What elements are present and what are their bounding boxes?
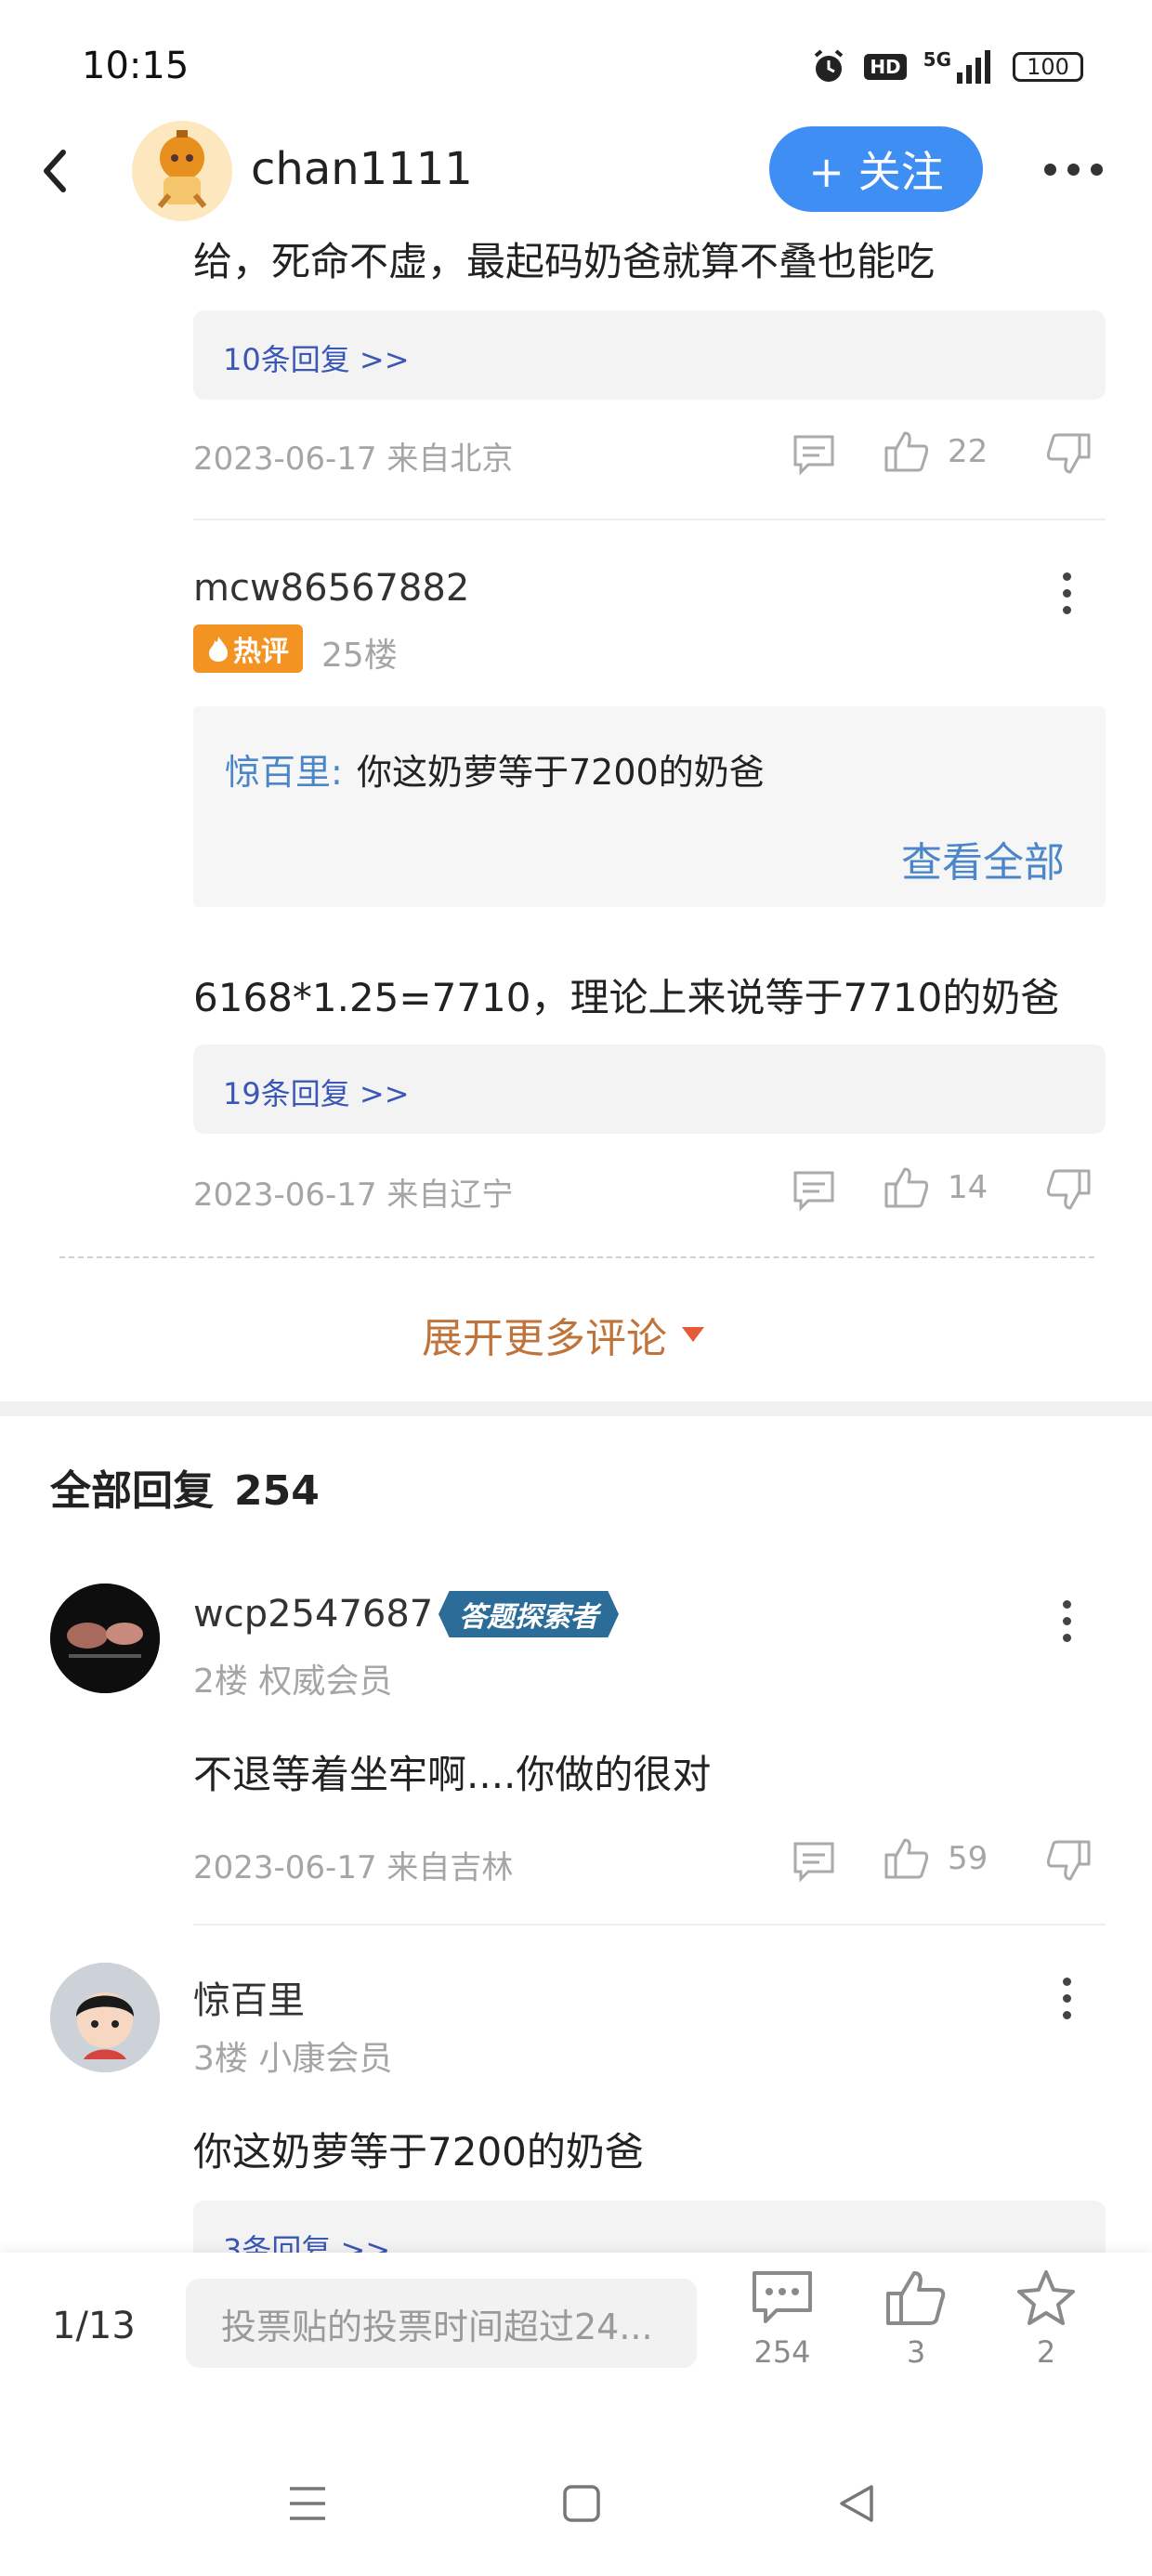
reply-sub: 2楼 权威会员 — [193, 1663, 393, 1701]
reply-meta: 2023-06-17 来自吉林 — [193, 1849, 514, 1886]
comment-text: 给，死命不虚，最起码奶爸就算不叠也能吃 — [193, 239, 936, 284]
comment-text: 6168*1.25=7710，理论上来说等于7710的奶爸 — [193, 975, 1060, 1020]
all-replies-count: 254 — [234, 1467, 320, 1515]
divider — [193, 1924, 1106, 1925]
comments-count: 254 — [753, 2334, 811, 2370]
battery-level: 100 — [1027, 54, 1069, 80]
follow-button[interactable]: + 关注 — [769, 126, 983, 212]
thumb-up-icon — [884, 1167, 929, 1208]
reply-sub: 3楼 小康会员 — [193, 2040, 393, 2078]
back-triangle-icon[interactable] — [836, 2481, 877, 2526]
avatar-image — [50, 1963, 160, 2072]
expand-more-button[interactable]: 展开更多评论 — [422, 1305, 704, 1364]
page-indicator[interactable]: 1/13 — [52, 2305, 136, 2347]
comment-icon[interactable] — [792, 1169, 836, 1212]
view-all-link[interactable]: 查看全部 — [901, 829, 1065, 888]
thumb-down-icon[interactable] — [1044, 1167, 1093, 1212]
hot-badge: 热评 — [193, 624, 303, 673]
more-horizontal-icon[interactable] — [1044, 164, 1103, 176]
back-arrow-icon[interactable] — [37, 147, 74, 195]
comment-icon — [753, 2271, 812, 2323]
thumb-up-icon — [884, 1838, 929, 1879]
like-action[interactable]: 14 — [883, 1165, 988, 1210]
reply-text: 不退等着坐牢啊....你做的很对 — [193, 1752, 712, 1797]
like-count: 14 — [948, 1169, 988, 1206]
network-label: 5G — [923, 48, 951, 71]
floor-number: 25楼 — [321, 637, 398, 675]
more-vertical-icon[interactable] — [1063, 1978, 1071, 2019]
thumb-down-icon[interactable] — [1044, 431, 1093, 476]
reply-avatar[interactable] — [50, 1584, 160, 1693]
quote-user[interactable]: 惊百里: — [225, 743, 343, 795]
battery-icon: 100 — [1013, 52, 1083, 82]
comment-input[interactable]: 投票贴的投票时间超过24... — [186, 2279, 697, 2368]
like-button[interactable]: 3 — [884, 2269, 948, 2370]
replies-link[interactable]: 10条回复 >> — [223, 336, 410, 379]
comments-button[interactable]: 254 — [751, 2269, 814, 2370]
avatar-image — [50, 1584, 160, 1693]
likes-count: 3 — [906, 2334, 926, 2370]
reply-avatar[interactable] — [50, 1963, 160, 2072]
home-icon[interactable] — [561, 2483, 602, 2524]
more-vertical-icon[interactable] — [1063, 1600, 1071, 1642]
reply-username[interactable]: 惊百里 — [193, 1970, 305, 2024]
hd-indicator: HD — [864, 54, 907, 80]
thumb-up-icon — [884, 431, 929, 472]
menu-icon[interactable] — [286, 2483, 329, 2524]
alarm-icon — [815, 49, 844, 82]
comment-meta: 2023-06-17 来自北京 — [193, 440, 514, 478]
favorite-button[interactable]: 2 — [1015, 2269, 1078, 2370]
status-time: 10:15 — [82, 45, 190, 87]
favorites-count: 2 — [1036, 2334, 1056, 2370]
comment-username[interactable]: mcw86567882 — [193, 567, 469, 610]
all-replies-title: 全部回复 254 — [50, 1457, 320, 1517]
like-count: 22 — [948, 433, 988, 470]
replies-link[interactable]: 19条回复 >> — [223, 1071, 410, 1113]
signal-icon — [957, 50, 990, 84]
more-vertical-icon[interactable] — [1063, 572, 1071, 614]
avatar-illustration — [157, 130, 207, 208]
quote-text: 你这奶萝等于7200的奶爸 — [357, 752, 765, 793]
header-username[interactable]: chan1111 — [251, 143, 473, 195]
dashed-divider — [59, 1256, 1094, 1258]
divider — [193, 519, 1106, 520]
like-action[interactable]: 22 — [883, 429, 988, 474]
expand-more-label: 展开更多评论 — [422, 1315, 667, 1362]
title-badge: 答题探索者 — [439, 1591, 619, 1637]
status-icons: HD 5G 100 — [810, 48, 1083, 85]
comment-icon[interactable] — [792, 433, 836, 476]
comment-icon[interactable] — [792, 1840, 836, 1883]
like-action[interactable]: 59 — [883, 1836, 988, 1881]
comment-meta: 2023-06-17 来自辽宁 — [193, 1176, 514, 1214]
caret-down-icon — [682, 1327, 704, 1342]
reply-text: 你这奶萝等于7200的奶爸 — [193, 2129, 644, 2175]
hot-badge-label: 热评 — [233, 636, 289, 668]
reply-username[interactable]: wcp2547687 — [193, 1593, 433, 1636]
flame-icon — [209, 637, 228, 662]
thumb-up-icon — [886, 2271, 946, 2325]
star-icon — [1017, 2270, 1075, 2325]
like-count: 59 — [948, 1840, 988, 1877]
all-replies-label: 全部回复 — [50, 1467, 214, 1515]
section-separator — [0, 1401, 1152, 1416]
thumb-down-icon[interactable] — [1044, 1838, 1093, 1883]
user-avatar[interactable] — [132, 121, 232, 221]
